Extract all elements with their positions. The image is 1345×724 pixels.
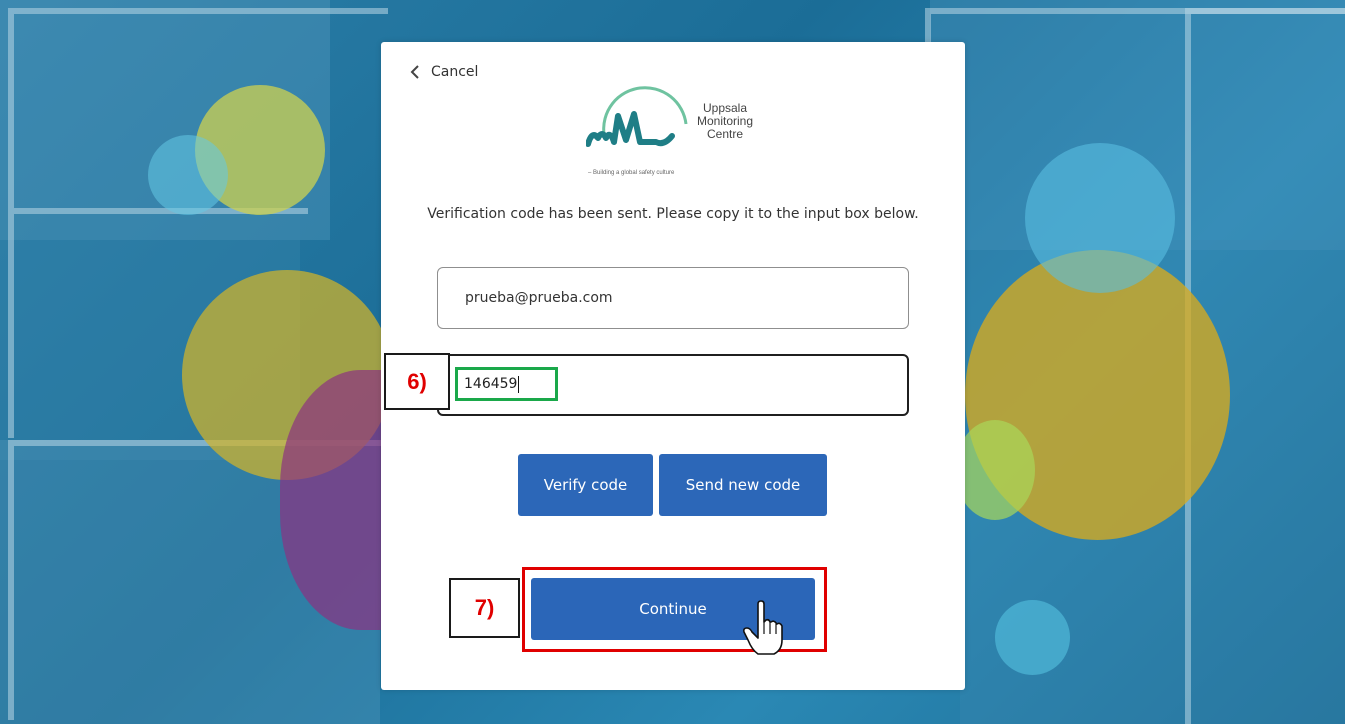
cancel-link[interactable]: Cancel (409, 64, 478, 80)
step-6-label: 6) (384, 353, 450, 410)
step-7-label: 7) (449, 578, 520, 638)
logo-wordmark: Uppsala Monitoring Centre (690, 102, 760, 141)
hand-cursor-icon (743, 600, 783, 655)
logo-line: Centre (706, 127, 744, 141)
decor-circle (1025, 143, 1175, 293)
logo-tagline: – Building a global safety culture (588, 170, 675, 176)
send-new-code-button[interactable]: Send new code (659, 454, 827, 516)
cancel-label: Cancel (431, 64, 479, 80)
code-value: 146459 (464, 376, 518, 392)
verify-code-button[interactable]: Verify code (518, 454, 653, 516)
email-field[interactable]: prueba@prueba.com (437, 267, 909, 329)
decor-circle (995, 600, 1070, 675)
email-value: prueba@prueba.com (465, 290, 613, 306)
text-caret (518, 375, 520, 393)
chevron-left-icon (410, 65, 419, 79)
intro-text: Verification code has been sent. Please … (427, 206, 919, 222)
umc-logo: Uppsala Monitoring Centre – Building a g… (585, 86, 766, 181)
code-highlight-box: 146459 (455, 367, 558, 401)
decor-circle (955, 420, 1035, 520)
logo-mark (585, 86, 688, 147)
decor-circle (148, 135, 228, 215)
